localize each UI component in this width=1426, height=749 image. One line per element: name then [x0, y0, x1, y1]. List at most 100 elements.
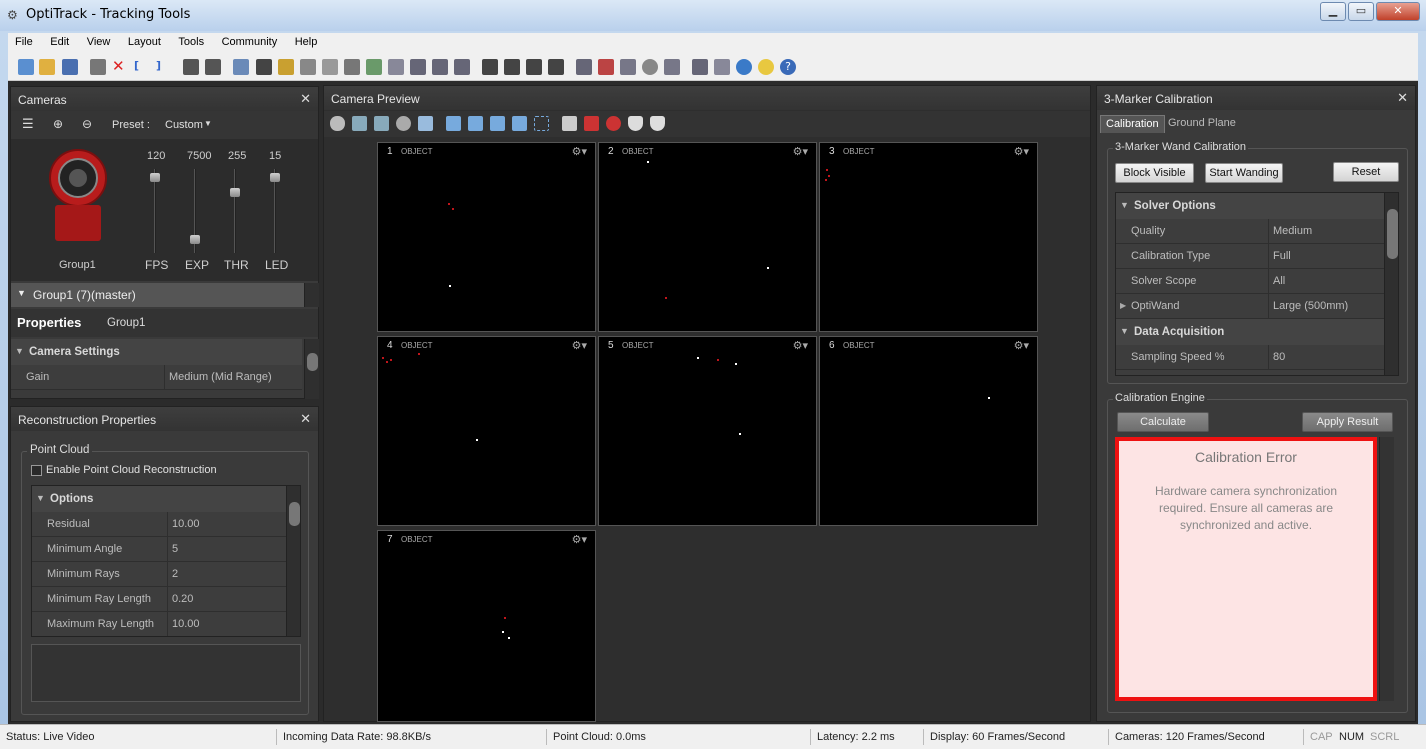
block-visible-button[interactable]: Block Visible — [1115, 163, 1194, 183]
optiwand-row[interactable]: ▶ OptiWand Large (500mm) — [1116, 294, 1384, 319]
panel-icon[interactable] — [410, 59, 426, 75]
camera-view-1[interactable]: 1 OBJECT ⚙▾ — [377, 142, 596, 332]
led-slider[interactable] — [270, 169, 280, 253]
maximize-button[interactable]: ▭ — [1348, 2, 1374, 21]
gain-value[interactable]: Medium (Mid Range) — [169, 371, 272, 383]
residual-row[interactable]: Residual 10.00 — [32, 512, 286, 537]
menu-layout[interactable]: Layout — [121, 33, 168, 51]
target-icon[interactable] — [606, 116, 621, 131]
start-wanding-button[interactable]: Start Wanding — [1205, 163, 1283, 183]
camera-view-5[interactable]: 5 OBJECT ⚙▾ — [598, 336, 817, 526]
grid-icon[interactable] — [482, 59, 498, 75]
list-view-icon[interactable]: ☰ — [22, 117, 34, 132]
view-icon[interactable] — [330, 116, 345, 131]
file-icon[interactable] — [620, 59, 636, 75]
bracket-left-icon[interactable]: [ — [134, 59, 150, 75]
gain-row[interactable]: Gain Medium (Mid Range) — [11, 365, 302, 390]
sampling-speed-value[interactable]: 80 — [1273, 351, 1285, 363]
quality-value[interactable]: Medium — [1273, 225, 1312, 237]
calibration-type-value[interactable]: Full — [1273, 250, 1291, 262]
select-icon[interactable] — [534, 116, 549, 131]
shield-icon[interactable] — [628, 116, 643, 131]
gear-icon[interactable]: ⚙▾ — [572, 145, 587, 158]
line-icon[interactable] — [344, 59, 360, 75]
window-icon[interactable] — [714, 59, 730, 75]
close-window-button[interactable]: ✕ — [1376, 2, 1420, 21]
min-ray-length-value[interactable]: 0.20 — [172, 593, 193, 605]
expand-arrow-icon[interactable]: ▼ — [17, 288, 26, 298]
expand-arrow-icon[interactable]: ▼ — [15, 346, 24, 356]
open-icon[interactable] — [39, 59, 55, 75]
gear-icon[interactable]: ⚙▾ — [572, 533, 587, 546]
max-ray-length-row[interactable]: Maximum Ray Length 10.00 — [32, 612, 286, 636]
apply-result-button[interactable]: Apply Result — [1302, 412, 1393, 432]
mask-icon[interactable] — [584, 116, 599, 131]
layout2-icon[interactable] — [205, 59, 221, 75]
camera-view-4[interactable]: 4 OBJECT ⚙▾ — [377, 336, 596, 526]
residual-value[interactable]: 10.00 — [172, 518, 200, 530]
close-icon[interactable]: ✕ — [1397, 90, 1408, 106]
error-scrollbar[interactable] — [1379, 437, 1394, 701]
record-icon[interactable] — [300, 59, 316, 75]
remove-camera-icon[interactable]: ⊖ — [82, 117, 92, 131]
doc-icon[interactable] — [388, 59, 404, 75]
delete-icon[interactable]: ✕ — [112, 59, 128, 75]
refresh-icon[interactable] — [736, 59, 752, 75]
min-ray-length-row[interactable]: Minimum Ray Length 0.20 — [32, 587, 286, 612]
expand-arrow-icon[interactable]: ▼ — [36, 493, 45, 503]
comment-icon[interactable] — [576, 59, 592, 75]
new-icon[interactable] — [18, 59, 34, 75]
min-angle-row[interactable]: Minimum Angle 5 — [32, 537, 286, 562]
max-ray-length-value[interactable]: 10.00 — [172, 618, 200, 630]
add-camera-icon[interactable]: ⊕ — [53, 117, 63, 131]
solver-scope-row[interactable]: Solver Scope All — [1116, 269, 1384, 294]
chevron-down-icon[interactable]: ▼ — [204, 119, 212, 128]
tab-calibration[interactable]: Calibration — [1100, 115, 1165, 133]
tree-scrollbar[interactable] — [304, 283, 319, 307]
wand-icon[interactable] — [278, 59, 294, 75]
menu-tools[interactable]: Tools — [171, 33, 211, 51]
optiwand-value[interactable]: Large (500mm) — [1273, 300, 1348, 312]
menu-view[interactable]: View — [80, 33, 118, 51]
calibration-type-row[interactable]: Calibration Type Full — [1116, 244, 1384, 269]
thr-slider[interactable] — [230, 169, 240, 253]
panel2-icon[interactable] — [432, 59, 448, 75]
close-icon[interactable]: ✕ — [300, 91, 311, 107]
reset-button[interactable]: Reset — [1333, 162, 1399, 182]
help-icon[interactable]: ? — [780, 59, 796, 75]
tab-ground-plane[interactable]: Ground Plane — [1163, 115, 1241, 133]
camera-view-6[interactable]: 6 OBJECT ⚙▾ — [819, 336, 1038, 526]
options-group[interactable]: ▼ Options — [32, 486, 286, 512]
minimize-button[interactable]: ▁ — [1320, 2, 1346, 21]
solver-scrollbar[interactable] — [1384, 193, 1398, 375]
settings-panel-icon[interactable] — [692, 59, 708, 75]
gear-icon[interactable]: ⚙▾ — [793, 339, 808, 352]
crosshair-icon[interactable] — [512, 116, 527, 131]
save-icon[interactable] — [62, 59, 78, 75]
square-icon[interactable] — [468, 116, 483, 131]
tools-icon[interactable] — [90, 59, 106, 75]
display-icon[interactable] — [598, 59, 614, 75]
camera-view-2[interactable]: 2 OBJECT ⚙▾ — [598, 142, 817, 332]
properties-scrollbar[interactable] — [304, 339, 319, 399]
layout-icon[interactable] — [183, 59, 199, 75]
network-icon[interactable] — [418, 116, 433, 131]
panel3-icon[interactable] — [454, 59, 470, 75]
expand-arrow-icon[interactable]: ▶ — [1120, 301, 1126, 310]
min-rays-row[interactable]: Minimum Rays 2 — [32, 562, 286, 587]
circle-icon[interactable] — [396, 116, 411, 131]
camera-view-3[interactable]: 3 OBJECT ⚙▾ — [819, 142, 1038, 332]
target-icon[interactable] — [642, 59, 658, 75]
menu-edit[interactable]: Edit — [43, 33, 76, 51]
gear-icon[interactable]: ⚙▾ — [572, 339, 587, 352]
enable-point-cloud-checkbox[interactable] — [31, 465, 42, 476]
gear-icon[interactable]: ⚙▾ — [793, 145, 808, 158]
options-scrollbar[interactable] — [286, 486, 300, 636]
data-acquisition-group[interactable]: ▼ Data Acquisition — [1116, 319, 1384, 345]
gear-icon[interactable]: ⚙▾ — [1014, 339, 1029, 352]
shield-check-icon[interactable] — [650, 116, 665, 131]
expand-arrow-icon[interactable]: ▼ — [1120, 326, 1129, 336]
camera-icon[interactable] — [256, 59, 272, 75]
solver-scope-value[interactable]: All — [1273, 275, 1285, 287]
monitor-icon[interactable] — [233, 59, 249, 75]
